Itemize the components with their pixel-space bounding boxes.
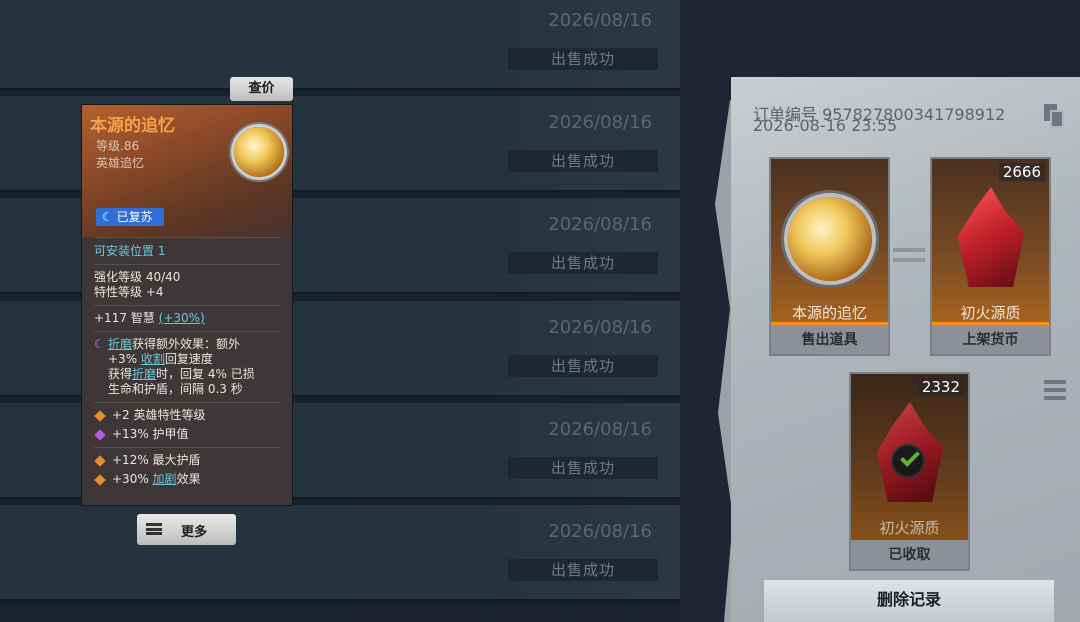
record-status: 出售成功 [508,355,658,377]
affix-text: +12% 最大护盾 [112,453,201,467]
record-status: 出售成功 [508,252,658,274]
wisdom-stat: +117 智慧 (+30%) [94,311,280,326]
enhance-level: 强化等级 40/40 [94,270,181,284]
exchange-arrows-icon [889,240,929,270]
received-count: 2332 [917,378,964,396]
sold-item-tile[interactable]: 本源的追忆 售出道具 [769,157,890,356]
affix-line: +13% 护甲值 [94,427,280,442]
affix-line: +30% 加剧效果 [94,472,280,487]
record-row[interactable]: 2026/08/16 出售成功 [0,505,680,601]
currency-name: 初火源质 [960,304,1021,322]
delete-record-button[interactable]: 删除记录 [764,580,1054,622]
currency-tile[interactable]: 2666 初火源质 上架货币 [930,157,1051,356]
effect-text: 回复速度 [164,352,213,366]
copy-icon[interactable] [1044,104,1064,128]
revived-badge: ☾ 已复苏 [96,208,164,226]
item-name: 本源的追忆 [90,116,175,136]
received-name: 初火源质 [879,519,940,537]
received-label: 已收取 [888,547,931,563]
diamond-icon [94,429,106,441]
record-date: 2026/08/16 [548,112,652,133]
diamond-icon [94,455,106,467]
affix-text: +2 英雄特性等级 [112,408,206,422]
diamond-icon [94,474,106,486]
keyword-harvest[interactable]: 收割 [141,352,165,366]
orb-icon [788,197,872,281]
record-date: 2026/08/16 [548,317,652,338]
record-status: 出售成功 [508,559,658,581]
effect-text: 生命和护盾，间隔 0.3 秒 [108,382,243,396]
tile-art [771,159,888,325]
received-tile[interactable]: 2332 初火源质 已收取 [849,372,970,571]
effect-text: 时，回复 4% 已损 [156,367,255,381]
crystal-icon [957,187,1025,287]
moon-icon: ☾ [94,337,105,351]
list-menu-icon[interactable] [1044,380,1066,404]
record-date: 2026/08/16 [548,419,652,440]
affix-line: +12% 最大护盾 [94,453,280,468]
sold-item-name: 本源的追忆 [791,304,867,322]
diamond-icon [94,410,106,422]
effect-text: 获得额外效果：额外 [132,337,241,351]
record-status: 出售成功 [508,150,658,172]
effect-text: +3% [108,352,141,366]
affix-text: 效果 [176,472,201,486]
record-status: 出售成功 [508,457,658,479]
torment-effect: ☾ 折磨获得额外效果：额外 +3% 收割回复速度 获得折磨时，回复 4% 已损 … [94,337,280,397]
price-check-button[interactable]: 查价 [230,77,293,101]
menu-icon [146,523,162,535]
item-type: 英雄追忆 [96,156,145,170]
check-icon [891,444,925,478]
tile-art [851,374,968,540]
more-label: 更多 [181,525,208,540]
affix-line: +2 英雄特性等级 [94,408,280,423]
wisdom-value: +117 智慧 [94,311,159,325]
keyword-torment[interactable]: 折磨 [108,337,132,351]
more-button[interactable]: 更多 [137,514,236,545]
affix-text: +13% 护甲值 [112,427,189,441]
record-row[interactable]: 2026/08/16 出售成功 [0,0,680,90]
install-slots: 可安装位置 1 [94,244,166,258]
effect-text: 获得 [108,367,133,381]
record-status: 出售成功 [508,48,658,70]
keyword-intensify[interactable]: 加剧 [153,472,177,486]
record-date: 2026/08/16 [548,10,652,31]
item-level: 等级.86 [96,139,140,153]
trait-level: 特性等级 +4 [94,285,164,299]
sold-item-label: 售出道具 [801,332,858,348]
item-orb-icon [234,127,284,177]
item-tooltip-card: 本源的追忆 等级.86 英雄追忆 ☾ 已复苏 可安装位置 1 强化等级 40/4… [81,104,293,506]
affix-text: +30% [112,472,153,486]
tooltip-header: 本源的追忆 等级.86 英雄追忆 ☾ 已复苏 [82,105,292,237]
wisdom-bonus[interactable]: (+30%) [159,311,205,325]
record-date: 2026/08/16 [548,521,652,542]
tile-art [932,159,1049,325]
currency-label: 上架货币 [962,332,1019,348]
record-date: 2026/08/16 [548,214,652,235]
keyword-torment[interactable]: 折磨 [132,367,156,381]
order-time: 2026-08-16 23:55 [753,116,898,135]
currency-count: 2666 [998,163,1045,181]
